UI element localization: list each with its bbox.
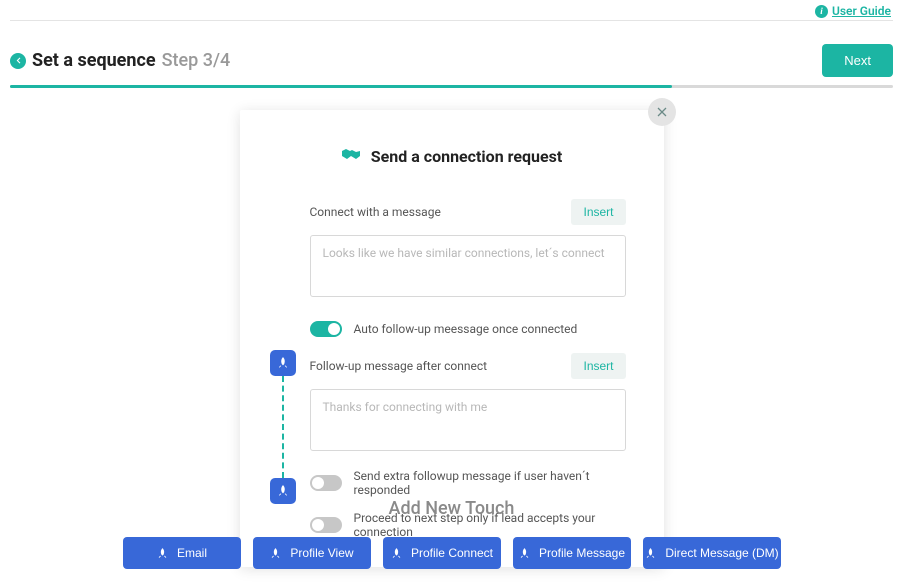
handshake-icon — [341, 146, 361, 167]
add-touch-title: Add New Touch — [0, 498, 903, 519]
followup-row-header: Follow-up message after connect Insert — [310, 353, 626, 379]
followup-label: Follow-up message after connect — [310, 359, 488, 373]
connect-message-input[interactable] — [310, 235, 626, 297]
profile-connect-button[interactable]: Profile Connect — [383, 537, 501, 569]
user-guide-link[interactable]: i User Guide — [815, 4, 891, 18]
rocket-icon — [270, 350, 296, 376]
page-title: Set a sequence — [32, 50, 156, 71]
auto-followup-label: Auto follow-up meessage once connected — [354, 322, 578, 336]
step-indicator: Step 3/4 — [162, 50, 231, 71]
profile-message-label: Profile Message — [539, 546, 625, 560]
connect-insert-button[interactable]: Insert — [571, 199, 625, 225]
add-touch-section: Add New Touch Email Profile View Profile… — [0, 498, 903, 569]
header-divider — [10, 20, 893, 21]
connect-row-header: Connect with a message Insert — [310, 199, 626, 225]
modal-header: Send a connection request — [278, 146, 626, 167]
progress-bar — [10, 85, 893, 88]
direct-message-label: Direct Message (DM) — [665, 546, 778, 560]
next-button[interactable]: Next — [822, 44, 893, 77]
rocket-icon — [269, 547, 282, 560]
page-header: Set a sequence Step 3/4 Next — [10, 44, 893, 77]
auto-followup-toggle[interactable] — [310, 321, 342, 337]
extra-followup-label: Send extra followup message if user have… — [354, 469, 626, 497]
profile-message-button[interactable]: Profile Message — [513, 537, 631, 569]
rocket-icon — [390, 547, 403, 560]
rocket-icon — [156, 547, 169, 560]
modal-title: Send a connection request — [371, 147, 563, 166]
followup-message-input[interactable] — [310, 389, 626, 451]
direct-message-button[interactable]: Direct Message (DM) — [643, 537, 781, 569]
rocket-icon — [518, 547, 531, 560]
auto-followup-row: Auto follow-up meessage once connected — [310, 321, 626, 337]
close-icon — [656, 106, 668, 118]
extra-followup-toggle[interactable] — [310, 475, 342, 491]
step-connector — [282, 376, 284, 478]
profile-view-label: Profile View — [290, 546, 353, 560]
email-button[interactable]: Email — [123, 537, 241, 569]
progress-fill — [10, 85, 672, 88]
email-label: Email — [177, 546, 207, 560]
profile-view-button[interactable]: Profile View — [253, 537, 371, 569]
close-button[interactable] — [648, 98, 676, 126]
back-icon[interactable] — [10, 53, 26, 69]
info-icon: i — [815, 5, 828, 18]
rocket-icon — [644, 547, 657, 560]
touch-buttons: Email Profile View Profile Connect Profi… — [0, 537, 903, 569]
user-guide-label: User Guide — [832, 4, 891, 18]
title-group: Set a sequence Step 3/4 — [10, 50, 230, 71]
followup-insert-button[interactable]: Insert — [571, 353, 625, 379]
profile-connect-label: Profile Connect — [411, 546, 493, 560]
connect-label: Connect with a message — [310, 205, 441, 219]
extra-followup-row: Send extra followup message if user have… — [310, 469, 626, 497]
